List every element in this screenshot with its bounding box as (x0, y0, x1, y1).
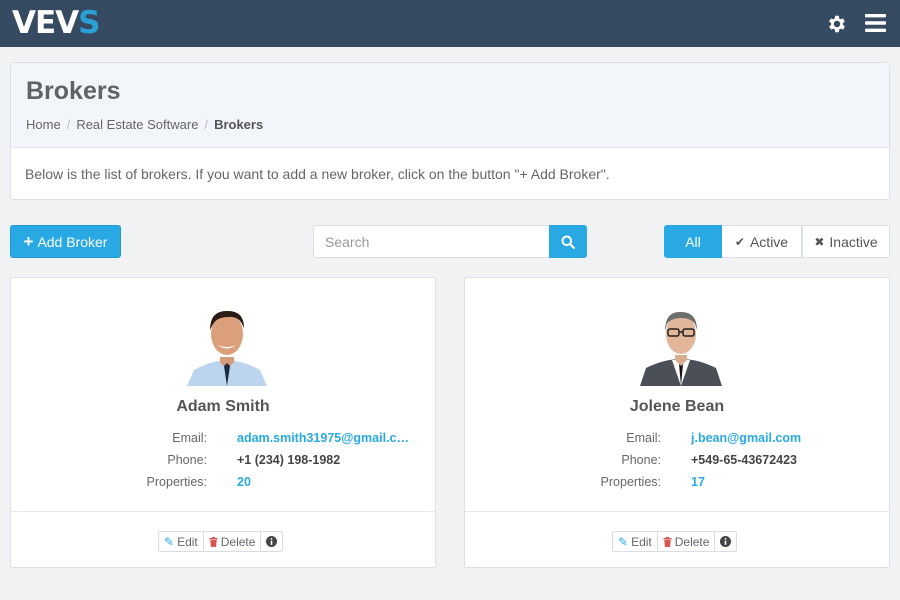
edit-button[interactable]: ✎ Edit (612, 531, 658, 552)
page-header (11, 63, 889, 148)
filter-active-label: Active (749, 233, 789, 250)
broker-actions: ✎ Edit Delete (612, 531, 738, 552)
check-icon: ✔ (734, 234, 745, 249)
info-icon (266, 536, 278, 547)
edit-label: Edit (631, 534, 652, 549)
edit-button[interactable]: ✎ Edit (158, 531, 204, 552)
phone-label: Phone: (621, 453, 661, 467)
top-navbar: VEV S (0, 0, 900, 47)
gear-icon[interactable] (826, 13, 848, 35)
filter-inactive-button[interactable]: ✖ Inactive (802, 225, 890, 258)
pencil-icon: ✎ (164, 534, 175, 549)
email-label: Email: (626, 431, 661, 445)
broker-name: Jolene Bean (629, 398, 725, 415)
delete-button[interactable]: Delete (657, 531, 716, 552)
filter-all-button[interactable]: All (664, 225, 722, 258)
trash-icon (663, 536, 672, 547)
broker-card: Jolene Bean Email: j.bean@gmail.com Phon… (464, 277, 890, 568)
app-logo[interactable]: VEV S (12, 5, 101, 41)
plus-icon: + (23, 231, 34, 251)
phone-label: Phone: (167, 453, 207, 467)
logo-accent-text: S (78, 5, 100, 41)
delete-button[interactable]: Delete (203, 531, 262, 552)
delete-label: Delete (220, 534, 256, 549)
broker-email-link[interactable]: j.bean@gmail.com (691, 431, 801, 445)
intro-text: Below is the list of brokers. If you wan… (25, 166, 610, 182)
info-icon (720, 536, 732, 547)
broker-name: Adam Smith (176, 398, 270, 415)
broker-phone: +1 (234) 198-1982 (237, 453, 341, 467)
search-icon (561, 235, 575, 249)
add-broker-label: Add Broker (37, 233, 108, 250)
pencil-icon: ✎ (618, 534, 629, 549)
info-button[interactable] (261, 531, 284, 552)
search-input[interactable] (313, 225, 549, 258)
breadcrumb-separator: / (204, 117, 209, 132)
properties-label: Properties: (146, 475, 207, 489)
broker-properties-link[interactable]: 17 (691, 475, 705, 489)
broker-actions: ✎ Edit Delete (158, 531, 284, 552)
delete-label: Delete (674, 534, 710, 549)
broker-email-link[interactable]: adam.smith31975@gmail.com (237, 431, 415, 445)
breadcrumb: Home / Real Estate Software / Brokers (26, 117, 263, 132)
avatar (636, 304, 726, 386)
info-button[interactable] (715, 531, 738, 552)
breadcrumb-home[interactable]: Home (26, 117, 61, 132)
filter-inactive-label: Inactive (829, 233, 878, 250)
broker-properties-link[interactable]: 20 (237, 475, 251, 489)
page-header-panel: Brokers Home / Real Estate Software / Br… (10, 62, 890, 200)
card-divider (465, 511, 889, 512)
card-divider (11, 511, 435, 512)
add-broker-button[interactable]: + Add Broker (10, 225, 121, 258)
breadcrumb-real-estate-software[interactable]: Real Estate Software (76, 117, 198, 132)
properties-label: Properties: (600, 475, 661, 489)
filter-all-label: All (685, 233, 701, 250)
page-title: Brokers (26, 77, 121, 105)
breadcrumb-current: Brokers (214, 117, 264, 132)
email-label: Email: (172, 431, 207, 445)
search-group (313, 225, 587, 258)
search-button[interactable] (549, 225, 587, 258)
broker-phone: +549-65-43672423 (691, 453, 797, 467)
filter-active-button[interactable]: ✔ Active (722, 225, 802, 258)
status-filter-group: All ✔ Active ✖ Inactive (664, 225, 890, 258)
avatar (182, 304, 272, 386)
logo-text: VEV (12, 5, 79, 41)
trash-icon (209, 536, 218, 547)
edit-label: Edit (177, 534, 198, 549)
hamburger-menu-icon[interactable] (865, 14, 886, 32)
broker-card: Adam Smith Email: adam.smith31975@gmail.… (10, 277, 436, 568)
breadcrumb-separator: / (66, 117, 71, 132)
x-icon: ✖ (814, 234, 825, 249)
